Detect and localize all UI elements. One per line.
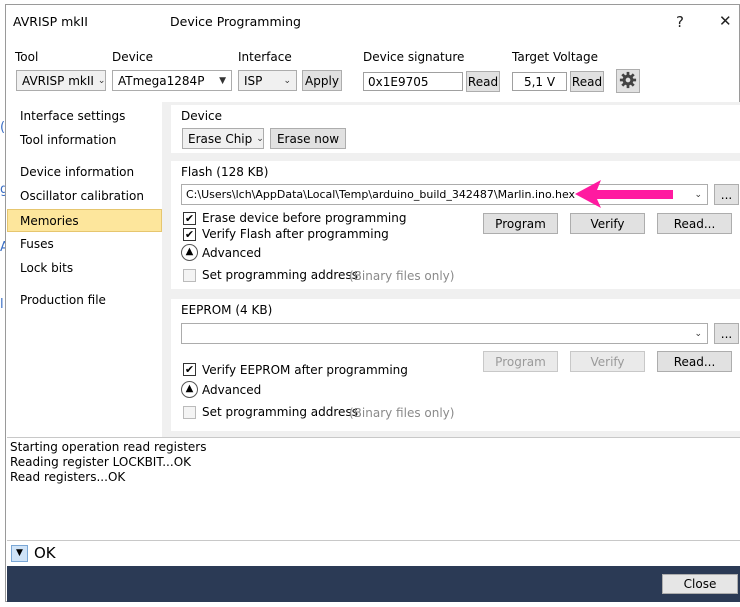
status-row: ▼ OK xyxy=(7,540,740,566)
chevron-down-icon: ⌄ xyxy=(283,75,291,86)
flash-program-button[interactable]: Program xyxy=(483,213,558,234)
flash-set-address-checkbox[interactable] xyxy=(183,269,196,282)
apply-button[interactable]: Apply xyxy=(302,70,342,91)
window-tool-name: AVRISP mkII xyxy=(13,14,88,29)
verify-flash-checkbox[interactable]: ✔ xyxy=(183,228,196,241)
erase-before-checkbox[interactable]: ✔ xyxy=(183,212,196,225)
erase-mode-select[interactable]: Erase Chip ⌄ xyxy=(182,128,264,149)
flash-advanced-toggle[interactable]: ▲ xyxy=(181,244,198,261)
eeprom-group: EEPROM (4 KB) ⌄ ... Program Verify Read.… xyxy=(171,299,740,431)
chevron-down-icon: ⌄ xyxy=(256,133,264,144)
close-button[interactable]: Close xyxy=(662,574,738,594)
voltage-field[interactable]: 5,1 V xyxy=(512,72,567,91)
sidebar-item-label: Production file xyxy=(20,293,106,307)
chevron-down-icon: ⌄ xyxy=(694,189,702,200)
voltage-label: Target Voltage xyxy=(512,50,598,64)
flash-group-label: Flash (128 KB) xyxy=(181,165,269,179)
eeprom-verify-button[interactable]: Verify xyxy=(570,351,645,372)
sidebar-item-label: Memories xyxy=(20,214,79,228)
flash-binary-only-note: (Binary files only) xyxy=(349,269,455,283)
sidebar-item-lock-bits[interactable]: Lock bits xyxy=(7,257,162,280)
sidebar-item-tool-information[interactable]: Tool information xyxy=(7,129,162,152)
flash-set-address-label: Set programming address xyxy=(202,268,358,282)
chevron-up-icon: ▲ xyxy=(185,383,194,394)
sidebar-item-production-file[interactable]: Production file xyxy=(7,289,162,312)
log-line: Read registers...OK xyxy=(10,470,126,484)
signature-field[interactable]: 0x1E9705 xyxy=(363,72,463,91)
tool-select[interactable]: AVRISP mkII ⌄ xyxy=(16,70,106,91)
eeprom-set-address-label: Set programming address xyxy=(202,405,358,419)
checkmark-icon: ✔ xyxy=(184,212,195,225)
eeprom-set-address-checkbox[interactable] xyxy=(183,406,196,419)
signature-label: Device signature xyxy=(363,50,465,64)
gear-icon xyxy=(619,71,637,92)
sidebar-item-label: Oscillator calibration xyxy=(20,189,144,203)
checkmark-icon: ✔ xyxy=(184,228,195,241)
erase-now-button[interactable]: Erase now xyxy=(270,128,346,149)
device-group-label: Device xyxy=(181,109,223,123)
voltage-read-button[interactable]: Read xyxy=(570,71,604,92)
verify-eeprom-label: Verify EEPROM after programming xyxy=(202,363,408,377)
eeprom-read-button[interactable]: Read... xyxy=(657,351,732,372)
erase-mode-value: Erase Chip xyxy=(188,131,253,146)
log-line: Reading register LOCKBIT...OK xyxy=(10,455,192,469)
sidebar-item-label: Device information xyxy=(20,165,135,179)
flash-verify-button[interactable]: Verify xyxy=(570,213,645,234)
eeprom-browse-button[interactable]: ... xyxy=(714,323,739,344)
eeprom-advanced-label: Advanced xyxy=(202,383,262,397)
device-label: Device xyxy=(112,50,154,64)
caret-down-icon: ▼ xyxy=(16,548,23,558)
eeprom-program-button[interactable]: Program xyxy=(483,351,558,372)
caret-down-icon: ▼ xyxy=(219,75,226,86)
verify-flash-label: Verify Flash after programming xyxy=(202,227,389,241)
tool-select-value: AVRISP mkII xyxy=(22,73,94,88)
flash-browse-button[interactable]: ... xyxy=(714,184,739,205)
interface-label: Interface xyxy=(238,50,292,64)
tool-label: Tool xyxy=(15,50,39,64)
status-text: OK xyxy=(34,544,56,562)
chevron-down-icon: ⌄ xyxy=(97,75,106,86)
sidebar-item-interface-settings[interactable]: Interface settings xyxy=(7,105,162,128)
device-programming-dialog: AVRISP mkII Device Programming ? ✕ Tool … xyxy=(5,4,740,602)
memories-panel: Device Erase Chip ⌄ Erase now Flash (128… xyxy=(162,102,740,437)
eeprom-binary-only-note: (Binary files only) xyxy=(349,406,455,420)
help-button[interactable]: ? xyxy=(676,13,684,31)
sidebar-item-fuses[interactable]: Fuses xyxy=(7,233,162,256)
window-title: Device Programming xyxy=(170,14,301,29)
eeprom-group-label: EEPROM (4 KB) xyxy=(181,303,273,317)
eeprom-advanced-toggle[interactable]: ▲ xyxy=(181,381,198,398)
sidebar-item-label: Interface settings xyxy=(20,109,126,123)
flash-advanced-label: Advanced xyxy=(202,246,262,260)
chevron-down-icon: ⌄ xyxy=(694,328,702,339)
sidebar-item-device-information[interactable]: Device information xyxy=(7,161,162,184)
flash-file-path: C:\Users\lch\AppData\Local\Temp\arduino_… xyxy=(186,188,576,201)
sidebar-item-label: Lock bits xyxy=(20,261,74,275)
sidebar-item-label: Fuses xyxy=(20,237,54,251)
sidebar: Interface settings Tool information Devi… xyxy=(7,102,162,437)
device-select[interactable]: ATmega1284P ▼ xyxy=(112,70,232,91)
status-expand-button[interactable]: ▼ xyxy=(11,545,28,562)
annotation-arrow-icon xyxy=(575,180,673,208)
signature-read-button[interactable]: Read xyxy=(466,71,500,92)
device-group: Device Erase Chip ⌄ Erase now xyxy=(171,105,740,153)
flash-group: Flash (128 KB) C:\Users\lch\AppData\Loca… xyxy=(171,161,740,289)
interface-select[interactable]: ISP ⌄ xyxy=(238,70,297,91)
erase-before-label: Erase device before programming xyxy=(202,211,407,225)
output-log[interactable]: Starting operation read registers Readin… xyxy=(7,437,740,540)
flash-read-button[interactable]: Read... xyxy=(657,213,732,234)
verify-eeprom-checkbox[interactable]: ✔ xyxy=(183,363,196,376)
eeprom-file-select[interactable]: ⌄ xyxy=(181,323,708,344)
device-select-value: ATmega1284P xyxy=(118,73,205,88)
close-window-button[interactable]: ✕ xyxy=(719,12,732,30)
footer-bar: Close xyxy=(7,566,740,602)
checkmark-icon: ✔ xyxy=(184,363,195,376)
sidebar-item-oscillator-calibration[interactable]: Oscillator calibration xyxy=(7,185,162,208)
sidebar-item-memories[interactable]: Memories xyxy=(7,209,162,232)
settings-button[interactable] xyxy=(616,69,640,93)
interface-select-value: ISP xyxy=(244,73,263,88)
log-line: Starting operation read registers xyxy=(10,440,207,454)
sidebar-item-label: Tool information xyxy=(20,133,117,147)
chevron-up-icon: ▲ xyxy=(185,246,194,257)
